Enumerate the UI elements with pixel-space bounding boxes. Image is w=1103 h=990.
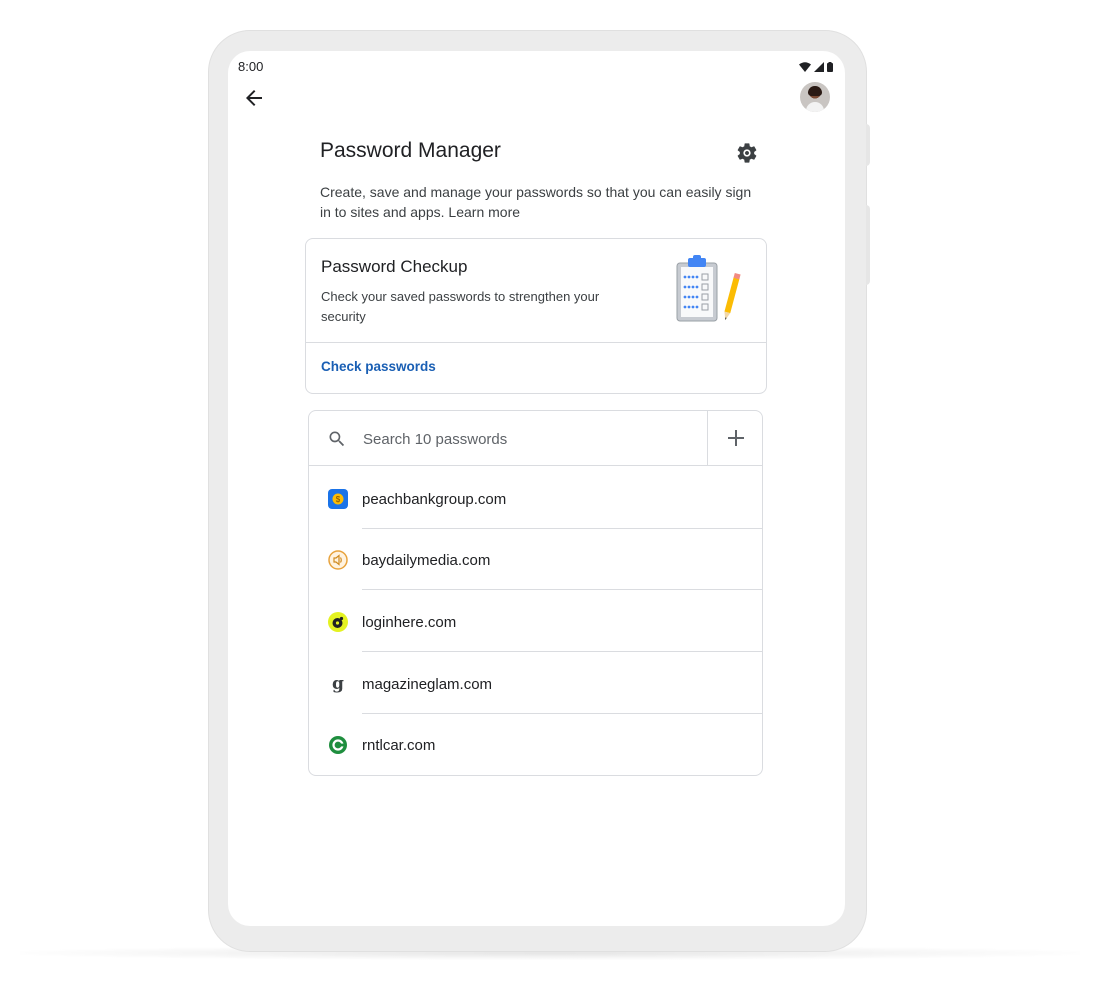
svg-text:g: g	[332, 674, 344, 694]
record-disc-icon	[328, 612, 348, 632]
tablet-screen: 8:00 Password Manager Create, save and m…	[228, 51, 845, 926]
avatar[interactable]	[800, 82, 830, 112]
card-divider	[306, 342, 766, 343]
volume-button	[866, 205, 870, 285]
password-row[interactable]: $ peachbankgroup.com	[309, 468, 762, 529]
wifi-icon	[799, 62, 811, 72]
clipboard-checklist-icon	[676, 255, 741, 322]
password-row[interactable]: baydailymedia.com	[309, 529, 762, 590]
plus-icon	[728, 430, 744, 446]
row-divider	[362, 589, 762, 590]
check-passwords-button[interactable]: Check passwords	[321, 359, 436, 374]
status-icons	[799, 62, 833, 72]
serif-g-icon: g	[332, 674, 344, 694]
bank-dollar-icon: $	[328, 489, 348, 509]
battery-icon	[827, 62, 833, 72]
status-time: 8:00	[238, 59, 264, 74]
learn-more-link[interactable]: Learn more	[448, 204, 520, 220]
password-checkup-card: Password Checkup Check your saved passwo…	[305, 238, 767, 394]
site-name: rntlcar.com	[362, 737, 436, 754]
green-c-icon	[329, 736, 347, 754]
intro-text: Create, save and manage your passwords s…	[320, 182, 760, 222]
checkup-description: Check your saved passwords to strengthen…	[321, 289, 600, 324]
search-input[interactable]	[363, 428, 693, 450]
password-list-card: $ peachbankgroup.com baydailymedia.com l…	[308, 410, 763, 776]
back-arrow-icon[interactable]	[242, 86, 266, 110]
search-row	[309, 411, 762, 466]
password-row[interactable]: loginhere.com	[309, 591, 762, 652]
site-name: magazineglam.com	[362, 676, 493, 693]
speaker-icon	[328, 550, 348, 570]
add-password-button[interactable]	[707, 411, 762, 466]
checkup-title: Password Checkup	[321, 257, 468, 276]
gear-icon[interactable]	[735, 141, 759, 165]
site-name: peachbankgroup.com	[362, 491, 507, 508]
page-title: Password Manager	[320, 139, 501, 162]
site-name: baydailymedia.com	[362, 552, 491, 569]
row-divider	[362, 651, 762, 652]
password-row[interactable]: rntlcar.com	[309, 714, 762, 775]
site-name: loginhere.com	[362, 614, 457, 631]
intro-description: Create, save and manage your passwords s…	[320, 184, 752, 220]
svg-text:$: $	[336, 495, 341, 504]
signal-icon	[814, 62, 824, 72]
search-icon	[329, 431, 345, 447]
power-button	[866, 124, 870, 166]
password-row[interactable]: g magazineglam.com	[309, 653, 762, 714]
